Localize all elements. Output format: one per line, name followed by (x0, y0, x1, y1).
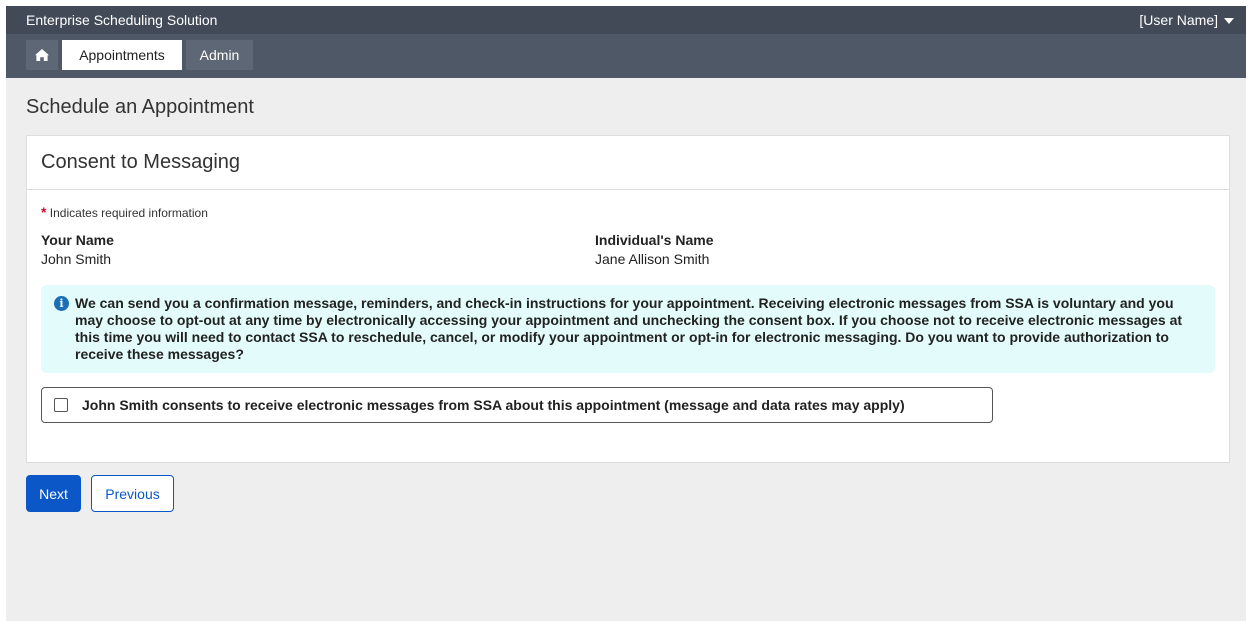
panel-title: Consent to Messaging (27, 136, 1229, 190)
form-actions: Next Previous (26, 475, 174, 512)
user-menu[interactable]: [User Name] (1139, 12, 1234, 28)
consent-label: John Smith consents to receive electroni… (82, 397, 905, 413)
app-window: Enterprise Scheduling Solution [User Nam… (6, 6, 1246, 621)
your-name-group: Your Name John Smith (41, 232, 595, 267)
page-title: Schedule an Appointment (26, 96, 254, 118)
required-note: * Indicates required information (41, 204, 1215, 220)
individual-name-group: Individual's Name Jane Allison Smith (595, 232, 1149, 267)
nav-tab-appointments-label: Appointments (79, 47, 165, 63)
next-button[interactable]: Next (26, 475, 81, 512)
app-title: Enterprise Scheduling Solution (26, 12, 218, 28)
individual-name-label: Individual's Name (595, 232, 714, 248)
consent-checkbox-field[interactable]: John Smith consents to receive electroni… (41, 387, 993, 423)
previous-button[interactable]: Previous (91, 475, 174, 512)
nav-tab-admin-label: Admin (199, 47, 240, 63)
main-nav: Appointments Admin (6, 34, 1246, 78)
user-name: [User Name] (1139, 12, 1218, 28)
nav-tab-admin[interactable]: Admin (186, 40, 253, 70)
top-bar: Enterprise Scheduling Solution [User Nam… (6, 6, 1246, 34)
nav-home[interactable] (26, 40, 58, 70)
consent-checkbox[interactable] (54, 398, 68, 412)
home-icon (35, 49, 49, 61)
info-icon: i (54, 296, 69, 311)
your-name-value: John Smith (41, 251, 112, 267)
consent-panel: Consent to Messaging * Indicates require… (26, 135, 1230, 463)
info-text: We can send you a confirmation message, … (75, 295, 1183, 362)
required-note-text: Indicates required information (49, 206, 208, 220)
individual-name-value: Jane Allison Smith (595, 251, 710, 267)
info-alert: i We can send you a confirmation message… (41, 285, 1215, 373)
your-name-label: Your Name (41, 232, 114, 248)
nav-tab-appointments[interactable]: Appointments (62, 40, 182, 70)
panel-body: * Indicates required information Your Na… (27, 204, 1229, 423)
caret-down-icon (1224, 17, 1234, 24)
names-row: Your Name John Smith Individual's Name J… (41, 232, 1215, 267)
required-star: * (41, 204, 47, 220)
